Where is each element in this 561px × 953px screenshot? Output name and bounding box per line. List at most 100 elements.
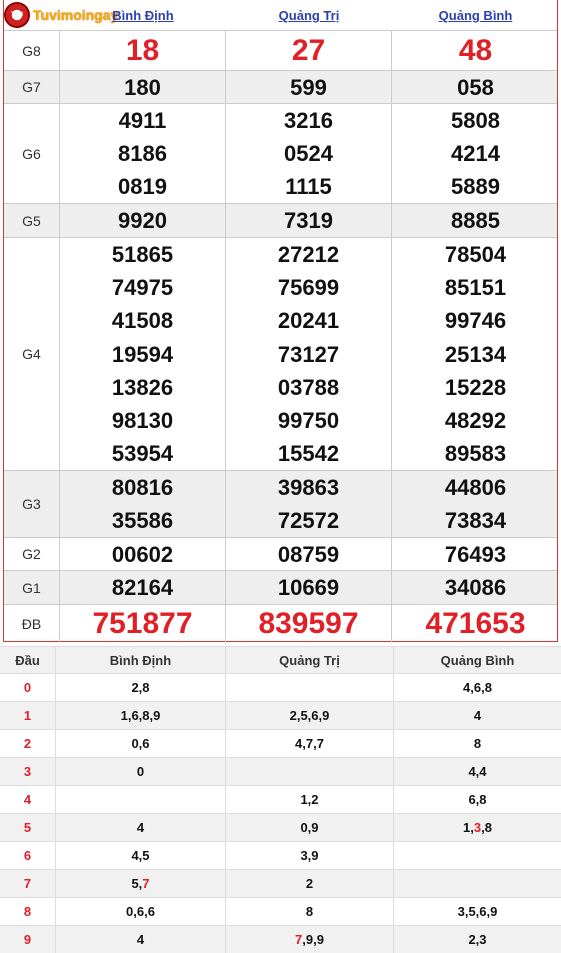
prize-number: 99746 <box>444 308 507 334</box>
dau-cell-quang-binh: 8 <box>394 730 561 757</box>
dau-value: 4,6,8 <box>463 680 492 695</box>
prize-number: 75699 <box>277 275 340 301</box>
prize-number: 8885 <box>451 208 500 233</box>
results-header: TVN Tuvimoingay Bình Định Quảng Trị Quản… <box>4 0 557 30</box>
prize-number: 53954 <box>111 440 174 466</box>
dau-cell-quang-tri: 8 <box>226 898 394 925</box>
dau-value: 3 <box>473 820 482 835</box>
results-table: TVN Tuvimoingay Bình Định Quảng Trị Quản… <box>3 0 558 642</box>
prize-row-g3: G3 80816 35586 39863 72572 44806 73834 <box>4 470 557 537</box>
dau-cell-quang-tri: 2,5,6,9 <box>226 702 394 729</box>
prize-number: 180 <box>124 75 161 100</box>
prize-number: 8186 <box>118 141 167 166</box>
prize-cell-binh-dinh: 82164 <box>60 571 226 604</box>
dau-digit: 8 <box>0 898 56 925</box>
logo-badge-icon: TVN <box>4 2 30 28</box>
dau-row-8: 8 0,6,6 8 3,5,6,9 <box>0 898 561 926</box>
dau-digit: 9 <box>0 926 56 953</box>
prize-row-g2: G2 00602 08759 76493 <box>4 537 557 570</box>
prize-cell-binh-dinh: 180 <box>60 71 226 103</box>
prize-cell-quang-binh: 34086 <box>392 571 559 604</box>
prize-number: 599 <box>290 75 327 100</box>
prize-label: G7 <box>4 71 60 103</box>
dau-cell-binh-dinh <box>56 786 226 813</box>
dau-value: 4,4 <box>468 764 487 779</box>
prize-row-g6: G6 4911 8186 0819 3216 0524 1115 5808 4214 5889 <box>4 103 557 203</box>
prize-cell-quang-binh: 5808 4214 5889 <box>392 104 559 203</box>
prize-number: 00602 <box>111 542 174 567</box>
prize-number: 471653 <box>425 607 526 640</box>
dau-row-2: 2 0,6 4,7,7 8 <box>0 730 561 758</box>
dau-digit: 2 <box>0 730 56 757</box>
dau-table: Đầu Bình Định Quảng Trị Quảng Bình 0 2,8 4… <box>0 646 561 953</box>
prize-label: G5 <box>4 204 60 237</box>
prize-number: 839597 <box>258 607 359 640</box>
prize-number: 5889 <box>451 174 500 199</box>
dau-header-quang-tri: Quảng Trị <box>226 647 394 673</box>
prize-number: 76493 <box>444 542 507 567</box>
prize-label: ĐB <box>4 605 60 642</box>
dau-value: 1,2 <box>300 792 319 807</box>
prize-number: 13826 <box>111 374 174 400</box>
dau-value: 6,8 <box>468 792 487 807</box>
prize-label: G3 <box>4 471 60 537</box>
prize-number: 20241 <box>277 308 340 334</box>
prize-number: 5808 <box>451 108 500 133</box>
dau-cell-binh-dinh: 2,8 <box>56 674 226 701</box>
province-link-quang-binh[interactable]: Quảng Bình <box>392 8 559 23</box>
dau-value: 2,3 <box>468 932 487 947</box>
province-link-quang-tri[interactable]: Quảng Trị <box>226 8 392 23</box>
dau-header-label: Đầu <box>0 647 56 673</box>
dau-cell-quang-tri: 2 <box>226 870 394 897</box>
dau-row-0: 0 2,8 4,6,8 <box>0 674 561 702</box>
prize-number: 15228 <box>444 374 507 400</box>
dau-value: 2 <box>305 876 314 891</box>
prize-number: 41508 <box>111 308 174 334</box>
prize-label: G1 <box>4 571 60 604</box>
prize-cell-binh-dinh: 751877 <box>60 605 226 642</box>
prize-number: 74975 <box>111 275 174 301</box>
prize-cell-quang-binh: 78504 85151 99746 25134 15228 48292 89583 <box>392 238 559 470</box>
dau-cell-quang-tri: 7,9,9 <box>226 926 394 953</box>
prize-number: 15542 <box>277 440 340 466</box>
dau-cell-binh-dinh: 4,5 <box>56 842 226 869</box>
dau-row-6: 6 4,5 3,9 <box>0 842 561 870</box>
dau-row-1: 1 1,6,8,9 2,5,6,9 4 <box>0 702 561 730</box>
dau-cell-binh-dinh: 4 <box>56 926 226 953</box>
prize-label: G8 <box>4 31 60 70</box>
dau-value: 3,9 <box>300 848 319 863</box>
dau-digit: 7 <box>0 870 56 897</box>
dau-cell-binh-dinh: 4 <box>56 814 226 841</box>
dau-value: 7 <box>142 876 150 891</box>
prize-number: 27 <box>291 34 326 67</box>
prize-number: 78504 <box>444 242 507 268</box>
prize-number: 98130 <box>111 407 174 433</box>
dau-value: 0,6,6 <box>126 904 155 919</box>
dau-cell-quang-tri: 0,9 <box>226 814 394 841</box>
province-link-binh-dinh[interactable]: Bình Định <box>60 8 226 23</box>
dau-digit: 3 <box>0 758 56 785</box>
prize-label: G4 <box>4 238 60 470</box>
prize-number: 058 <box>457 75 494 100</box>
prize-cell-binh-dinh: 00602 <box>60 538 226 570</box>
prize-row-g8: G8 18 27 48 <box>4 30 557 70</box>
prize-cell-quang-tri: 839597 <box>226 605 392 642</box>
prize-number: 19594 <box>111 341 174 367</box>
prize-row-đb: ĐB 751877 839597 471653 <box>4 604 557 642</box>
dau-value: 0,6 <box>131 736 150 751</box>
dau-cell-binh-dinh: 0,6 <box>56 730 226 757</box>
prize-number: 0819 <box>118 174 167 199</box>
prize-number: 82164 <box>111 575 174 600</box>
dau-value: 1, <box>463 820 474 835</box>
prize-number: 39863 <box>277 475 340 500</box>
prize-number: 9920 <box>118 208 167 233</box>
prize-number: 08759 <box>277 542 340 567</box>
prize-number: 44806 <box>444 475 507 500</box>
dau-value: 7 <box>295 932 303 947</box>
dau-digit: 0 <box>0 674 56 701</box>
prize-label: G2 <box>4 538 60 570</box>
prize-number: 27212 <box>277 242 340 268</box>
dau-value: 4,5 <box>131 848 150 863</box>
prize-number: 72572 <box>277 508 340 533</box>
prize-number: 34086 <box>444 575 507 600</box>
